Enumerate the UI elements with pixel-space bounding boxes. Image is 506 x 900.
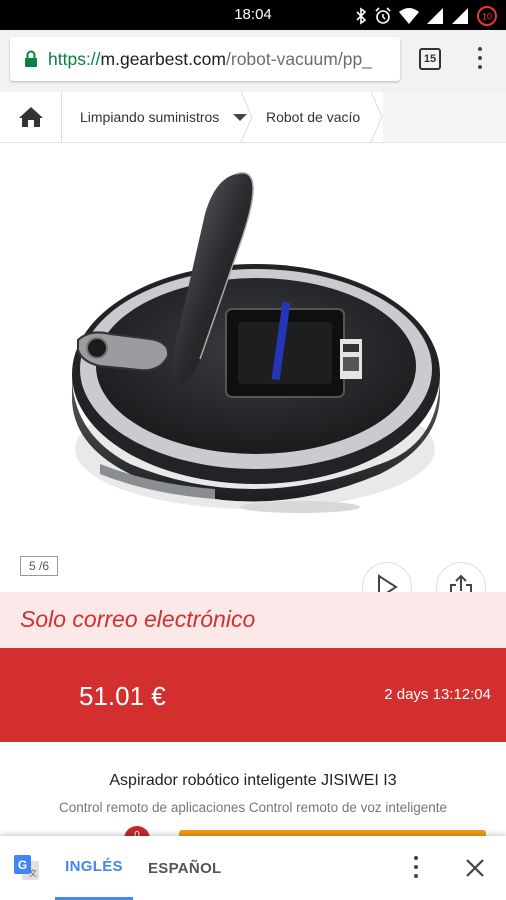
breadcrumb-category-label: Limpiando suministros [80,109,220,125]
signal-icon-2 [452,8,468,24]
status-icons: 10 [355,5,498,27]
alarm-icon [375,7,391,24]
url-scheme: https:// [48,48,101,69]
robot-vacuum-image [71,172,440,513]
breadcrumb-current[interactable]: Robot de vacío [250,92,383,142]
price: 51.01 € [79,681,166,711]
breadcrumb: Limpiando suministros Robot de vacío [0,92,506,143]
breadcrumb-current-label: Robot de vacío [266,109,361,125]
tab-switcher-button[interactable]: 15 [419,48,441,70]
browser-menu-button[interactable] [476,47,484,73]
home-icon [18,107,43,127]
wifi-icon [399,8,419,24]
translate-menu-button[interactable] [412,856,420,882]
battery-level: 10 [482,12,492,22]
svg-text:文: 文 [29,868,37,878]
product-subtitle: Control remoto de aplicaciones Control r… [59,800,447,815]
url-text: https://m.gearbest.com/robot-vacuum/pp_ [48,49,372,70]
promo-text: Solo correo electrónico [20,606,256,632]
image-counter: 5 /6 [20,556,58,576]
breadcrumb-separator-end [370,92,383,142]
promo-banner: Solo correo electrónico [0,592,506,648]
product-image[interactable] [0,144,506,590]
lock-icon [25,50,37,67]
google-translate-icon: G 文 [14,855,39,880]
browser-toolbar: https://m.gearbest.com/robot-vacuum/pp_ … [0,30,506,92]
battery-icon: 10 [477,6,497,26]
status-bar: 18:04 10 [0,0,506,30]
svg-text:G: G [18,858,27,872]
breadcrumb-tail [383,92,506,142]
tab-lang-from[interactable]: INGLÉS [55,836,133,900]
countdown-timer: 2 days 13:12:04 [384,686,491,703]
tab-lang-to[interactable]: ESPAÑOL [148,836,222,900]
bluetooth-icon [356,7,367,25]
url-bar[interactable]: https://m.gearbest.com/robot-vacuum/pp_ [10,37,400,81]
url-path: /robot-vacuum/pp_ [226,48,372,69]
home-button[interactable] [0,92,62,142]
url-host: m.gearbest.com [100,48,226,69]
product-title: Aspirador robótico inteligente JISIWEI I… [109,772,397,789]
close-icon[interactable] [465,858,485,878]
signal-icon [427,8,443,24]
translate-bar: G 文 INGLÉS ESPAÑOL [0,836,506,900]
breadcrumb-category[interactable]: Limpiando suministros [62,92,250,142]
price-bar: 51.01 € 2 days 13:12:04 [0,648,506,742]
